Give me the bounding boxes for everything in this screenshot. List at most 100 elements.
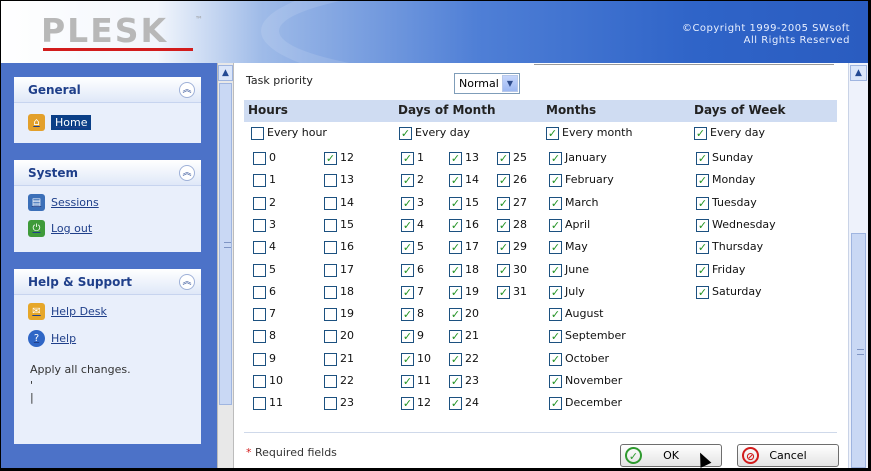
day-14-checkbox[interactable]: ✓ bbox=[449, 174, 462, 188]
day-1-checkbox[interactable]: ✓ bbox=[401, 152, 414, 165]
scroll-up-icon[interactable]: ▲ bbox=[850, 65, 867, 81]
month-july-checkbox[interactable]: ✓ bbox=[549, 285, 562, 299]
scroll-thumb[interactable] bbox=[219, 83, 232, 405]
hour-12-checkbox[interactable]: ✓ bbox=[324, 152, 337, 165]
hour-15-checkbox[interactable] bbox=[324, 218, 337, 232]
month-august-checkbox[interactable]: ✓ bbox=[549, 308, 562, 322]
collapse-icon[interactable]: ︽ bbox=[179, 165, 195, 181]
hour-13-checkbox[interactable] bbox=[324, 174, 337, 188]
nav-item-home[interactable]: ⌂ Home bbox=[28, 114, 92, 131]
nav-scrollbar[interactable]: ▲ bbox=[217, 63, 234, 468]
hour-7-checkbox[interactable] bbox=[253, 308, 266, 322]
day-2-checkbox[interactable]: ✓ bbox=[401, 174, 414, 188]
day-27-checkbox[interactable]: ✓ bbox=[497, 196, 510, 210]
month-march-checkbox[interactable]: ✓ bbox=[549, 196, 562, 210]
hour-11-checkbox[interactable] bbox=[253, 397, 266, 411]
day-30-checkbox[interactable]: ✓ bbox=[497, 263, 510, 277]
hour-21-checkbox[interactable] bbox=[324, 352, 337, 366]
weekday-tuesday-checkbox[interactable]: ✓ bbox=[696, 196, 709, 210]
day-26-checkbox[interactable]: ✓ bbox=[497, 174, 510, 188]
nav-item-label[interactable]: Log out bbox=[51, 222, 92, 235]
hour-10-checkbox[interactable] bbox=[253, 375, 266, 388]
hour-17-checkbox[interactable] bbox=[324, 263, 337, 277]
day-18-checkbox[interactable]: ✓ bbox=[449, 263, 462, 277]
hour-23-checkbox[interactable] bbox=[324, 397, 337, 411]
day-23-checkbox[interactable]: ✓ bbox=[449, 375, 462, 388]
day-22-checkbox[interactable]: ✓ bbox=[449, 352, 462, 366]
nav-item-help[interactable]: ? Help bbox=[28, 330, 76, 347]
hour-18-checkbox[interactable] bbox=[324, 285, 337, 299]
day-13-checkbox[interactable]: ✓ bbox=[449, 152, 462, 165]
every-month-checkbox[interactable]: ✓ bbox=[546, 127, 559, 140]
weekday-thursday-checkbox[interactable]: ✓ bbox=[696, 241, 709, 255]
hour-0-checkbox[interactable] bbox=[253, 152, 266, 165]
every-day-checkbox[interactable]: ✓ bbox=[399, 127, 412, 140]
month-june-checkbox[interactable]: ✓ bbox=[549, 263, 562, 277]
day-5-checkbox[interactable]: ✓ bbox=[401, 241, 414, 255]
month-september-checkbox[interactable]: ✓ bbox=[549, 330, 562, 344]
hour-3-checkbox[interactable] bbox=[253, 218, 266, 232]
scroll-thumb[interactable] bbox=[851, 233, 866, 468]
day-21-checkbox[interactable]: ✓ bbox=[449, 330, 462, 344]
nav-item-log-out[interactable]: ⏻ Log out bbox=[28, 220, 92, 237]
hour-20-checkbox[interactable] bbox=[324, 330, 337, 344]
day-10-checkbox[interactable]: ✓ bbox=[401, 352, 414, 366]
weekday-sunday-checkbox[interactable]: ✓ bbox=[696, 152, 709, 165]
month-january-checkbox[interactable]: ✓ bbox=[549, 152, 562, 165]
weekday-saturday-checkbox[interactable]: ✓ bbox=[696, 285, 709, 299]
hour-2-checkbox[interactable] bbox=[253, 196, 266, 210]
day-6-checkbox[interactable]: ✓ bbox=[401, 263, 414, 277]
month-october-checkbox[interactable]: ✓ bbox=[549, 352, 562, 366]
hour-22-checkbox[interactable] bbox=[324, 375, 337, 388]
day-11-checkbox[interactable]: ✓ bbox=[401, 375, 414, 388]
hour-16-checkbox[interactable] bbox=[324, 241, 337, 255]
nav-item-sessions[interactable]: ▤ Sessions bbox=[28, 194, 99, 211]
nav-item-label[interactable]: Help bbox=[51, 332, 76, 345]
day-19-checkbox[interactable]: ✓ bbox=[449, 285, 462, 299]
day-31-checkbox[interactable]: ✓ bbox=[497, 285, 510, 299]
nav-item-label[interactable]: Sessions bbox=[51, 196, 99, 209]
weekday-wednesday-checkbox[interactable]: ✓ bbox=[696, 218, 709, 232]
day-16-checkbox[interactable]: ✓ bbox=[449, 218, 462, 232]
main-scrollbar[interactable]: ▲ bbox=[848, 63, 868, 468]
task-priority-select[interactable]: Normal ▼ bbox=[454, 73, 520, 94]
chevron-down-icon[interactable]: ▼ bbox=[502, 75, 518, 92]
every-weekday-checkbox[interactable]: ✓ bbox=[694, 127, 707, 140]
collapse-icon[interactable]: ︽ bbox=[179, 82, 195, 98]
hour-8-checkbox[interactable] bbox=[253, 330, 266, 344]
nav-item-label[interactable]: Help Desk bbox=[51, 305, 107, 318]
day-25-checkbox[interactable]: ✓ bbox=[497, 152, 510, 165]
day-7-checkbox[interactable]: ✓ bbox=[401, 285, 414, 299]
collapse-icon[interactable]: ︽ bbox=[179, 274, 195, 290]
hour-19-checkbox[interactable] bbox=[324, 308, 337, 322]
day-9-checkbox[interactable]: ✓ bbox=[401, 330, 414, 344]
day-24-checkbox[interactable]: ✓ bbox=[449, 397, 462, 411]
hour-5-checkbox[interactable] bbox=[253, 263, 266, 277]
day-8-checkbox[interactable]: ✓ bbox=[401, 308, 414, 322]
day-15-checkbox[interactable]: ✓ bbox=[449, 196, 462, 210]
weekday-friday-checkbox[interactable]: ✓ bbox=[696, 263, 709, 277]
day-28-checkbox[interactable]: ✓ bbox=[497, 218, 510, 232]
day-17-checkbox[interactable]: ✓ bbox=[449, 241, 462, 255]
month-april-checkbox[interactable]: ✓ bbox=[549, 218, 562, 232]
day-20-checkbox[interactable]: ✓ bbox=[449, 308, 462, 322]
hour-4-checkbox[interactable] bbox=[253, 241, 266, 255]
month-february-checkbox[interactable]: ✓ bbox=[549, 174, 562, 188]
day-12-checkbox[interactable]: ✓ bbox=[401, 397, 414, 411]
hour-14-checkbox[interactable] bbox=[324, 196, 337, 210]
nav-item-label[interactable]: Home bbox=[51, 115, 92, 130]
hour-9-checkbox[interactable] bbox=[253, 352, 266, 366]
day-29-checkbox[interactable]: ✓ bbox=[497, 241, 510, 255]
scroll-up-icon[interactable]: ▲ bbox=[218, 65, 233, 81]
month-may-checkbox[interactable]: ✓ bbox=[549, 241, 562, 255]
cancel-button[interactable]: ⊘ Cancel bbox=[737, 444, 839, 467]
month-december-checkbox[interactable]: ✓ bbox=[549, 397, 562, 411]
hour-6-checkbox[interactable] bbox=[253, 285, 266, 299]
day-4-checkbox[interactable]: ✓ bbox=[401, 218, 414, 232]
hour-1-checkbox[interactable] bbox=[253, 174, 266, 188]
month-november-checkbox[interactable]: ✓ bbox=[549, 375, 562, 388]
every-hour-checkbox[interactable] bbox=[251, 127, 264, 140]
nav-item-help-desk[interactable]: ✉ Help Desk bbox=[28, 303, 107, 320]
day-3-checkbox[interactable]: ✓ bbox=[401, 196, 414, 210]
weekday-monday-checkbox[interactable]: ✓ bbox=[696, 174, 709, 188]
